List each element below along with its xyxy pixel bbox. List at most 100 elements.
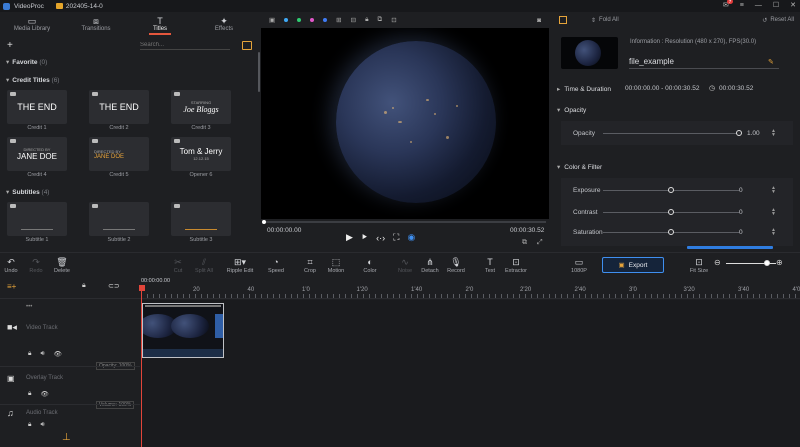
lock-track-icon[interactable]: 🔒︎	[82, 282, 86, 290]
panel-toggle-icon[interactable]	[242, 40, 252, 50]
lock-icon[interactable]: 🔒︎	[28, 421, 31, 429]
add-track-icon[interactable]: ≡+	[7, 282, 16, 291]
apply-bar[interactable]	[687, 246, 773, 249]
link-icon[interactable]: ⊂⊃	[108, 282, 120, 290]
filename-field[interactable]: file_example	[629, 57, 779, 69]
snap-icon[interactable]: ⊡	[391, 16, 396, 24]
contrast-stepper[interactable]: ▲ ▼	[771, 208, 776, 217]
exposure-stepper[interactable]: ▲ ▼	[771, 186, 776, 195]
search-input[interactable]	[140, 40, 230, 50]
export-button[interactable]: ▣ Export	[602, 257, 664, 273]
zoom-slider[interactable]	[726, 260, 776, 266]
lock-icon[interactable]: 🔒︎	[28, 390, 31, 398]
contrast-slider[interactable]	[603, 209, 739, 215]
credit-4-thumbnail[interactable]: DIRECTED BY JANE DOE	[7, 137, 67, 171]
slider-knob[interactable]	[668, 187, 674, 193]
subtitle-1-thumbnail[interactable]	[7, 202, 67, 236]
resolution-button[interactable]: ▭ 1080P	[564, 256, 594, 274]
saturation-stepper[interactable]: ▲ ▼	[771, 228, 776, 237]
credit-5-thumbnail[interactable]: DIRECTED BY JANE DOE	[89, 137, 149, 171]
play-icon[interactable]: ▶	[346, 232, 353, 243]
extractor-button[interactable]: ⊡ Extractor	[501, 256, 531, 274]
fullscreen-icon[interactable]: ⛶	[393, 232, 399, 243]
color-dot-green[interactable]	[297, 18, 302, 22]
minimize-button[interactable]: —	[755, 2, 762, 9]
tab-effects[interactable]: ✦ Effects	[192, 12, 256, 38]
fold-all-button[interactable]: Fold All	[599, 17, 619, 23]
camera-icon[interactable]: ◙	[537, 17, 541, 24]
section-credit-titles[interactable]: Credit Titles (6)	[6, 76, 59, 84]
tab-titles[interactable]: T Titles	[128, 12, 192, 38]
lock-icon[interactable]: 🔒︎	[365, 16, 368, 24]
expand-icon[interactable]: ⤢	[537, 239, 543, 247]
credit-3-thumbnail[interactable]: STARRING Joe Bloggs	[171, 90, 231, 124]
playhead[interactable]	[141, 285, 142, 447]
video-clip[interactable]	[142, 303, 224, 358]
snapshot-icon[interactable]: ◉	[407, 232, 415, 243]
video-preview[interactable]	[261, 28, 549, 219]
slider-knob[interactable]	[668, 209, 674, 215]
grid-icon[interactable]: ⊞	[336, 16, 341, 24]
playhead-handle[interactable]	[139, 285, 145, 291]
section-color-filter[interactable]: Color & Filter	[557, 163, 602, 171]
color-button[interactable]: ◐ Color	[355, 256, 385, 274]
play-selection-icon[interactable]: ⯈	[361, 232, 368, 243]
timeline-tracks-area[interactable]	[141, 300, 800, 447]
layout-icon[interactable]: ▣	[269, 16, 275, 24]
record-button[interactable]: 🎙︎ Record	[441, 256, 471, 274]
exposure-slider[interactable]	[603, 187, 739, 193]
section-favorite[interactable]: Favorite (0)	[6, 58, 47, 66]
close-button[interactable]: ✕	[790, 1, 796, 9]
menu-icon[interactable]: ≡	[740, 2, 744, 9]
ripple-edit-button[interactable]: ⊞▾ Ripple Edit	[225, 256, 255, 274]
library-scrollbar[interactable]	[258, 52, 260, 92]
notification-button[interactable]: ✉ 7	[723, 0, 733, 9]
credit-1-thumbnail[interactable]: THE END	[7, 90, 67, 124]
eye-icon[interactable]: 👁︎	[54, 350, 62, 358]
slider-knob[interactable]	[736, 130, 742, 136]
color-dot-indigo[interactable]	[323, 18, 328, 22]
opacity-stepper[interactable]: ▲ ▼	[771, 129, 776, 138]
split-all-button[interactable]: ⫽ Split All	[189, 256, 219, 274]
maximize-button[interactable]: ☐	[773, 1, 779, 9]
fit-size-button[interactable]: ⊡ Fit Size	[684, 256, 714, 274]
zoom-out-icon[interactable]: ⊖	[714, 258, 721, 267]
speaker-icon[interactable]: 🔊︎	[40, 350, 44, 358]
contrast-value[interactable]: 0	[739, 209, 743, 216]
layers-icon[interactable]: ⧉	[378, 16, 383, 24]
subtitle-2-thumbnail[interactable]	[89, 202, 149, 236]
preview-scrubber[interactable]	[262, 219, 546, 224]
eye-icon[interactable]: 👁︎	[40, 390, 48, 398]
opacity-slider[interactable]	[603, 130, 742, 136]
lock-icon[interactable]: 🔒︎	[28, 350, 31, 358]
tab-media-library[interactable]: ▭ Media Library	[0, 12, 64, 38]
section-time-duration[interactable]: Time & Duration	[557, 85, 611, 93]
section-opacity[interactable]: Opacity	[557, 106, 586, 114]
opener-6-thumbnail[interactable]: Tom & Jerry 12.12.15	[171, 137, 231, 171]
insert-marker-icon[interactable]: ⊥	[62, 432, 71, 443]
reset-all-button[interactable]: Reset All	[770, 17, 794, 23]
rename-icon[interactable]: ✎	[768, 58, 774, 66]
scrubber-knob[interactable]	[262, 219, 266, 224]
credit-2-thumbnail[interactable]: THE END	[89, 90, 149, 124]
color-dot-pink[interactable]	[310, 18, 315, 22]
panel-toggle-icon[interactable]	[559, 16, 567, 24]
pip-icon[interactable]: ⧉	[522, 239, 527, 247]
speed-button[interactable]: ◔ Speed	[261, 256, 291, 274]
add-button[interactable]: +	[7, 40, 13, 51]
slider-knob[interactable]	[668, 229, 674, 235]
exposure-value[interactable]: 0	[739, 187, 743, 194]
step-icon[interactable]: ‹·›	[376, 233, 385, 243]
speaker-icon[interactable]: 🔊︎	[40, 421, 44, 429]
more-icon[interactable]: •••	[26, 304, 32, 310]
zoom-in-icon[interactable]: ⊕	[776, 258, 783, 267]
saturation-value[interactable]: 0	[739, 229, 743, 236]
color-dot-blue[interactable]	[284, 18, 289, 22]
subtitle-3-thumbnail[interactable]	[171, 202, 231, 236]
grid-icon-2[interactable]: ⊟	[351, 16, 356, 24]
saturation-slider[interactable]	[603, 229, 739, 235]
tab-transitions[interactable]: ⧈ Transitions	[64, 12, 128, 38]
opacity-value[interactable]: 1.00	[747, 130, 760, 137]
delete-button[interactable]: 🗑︎ Delete	[47, 256, 77, 274]
section-subtitles[interactable]: Subtitles (4)	[6, 188, 49, 196]
